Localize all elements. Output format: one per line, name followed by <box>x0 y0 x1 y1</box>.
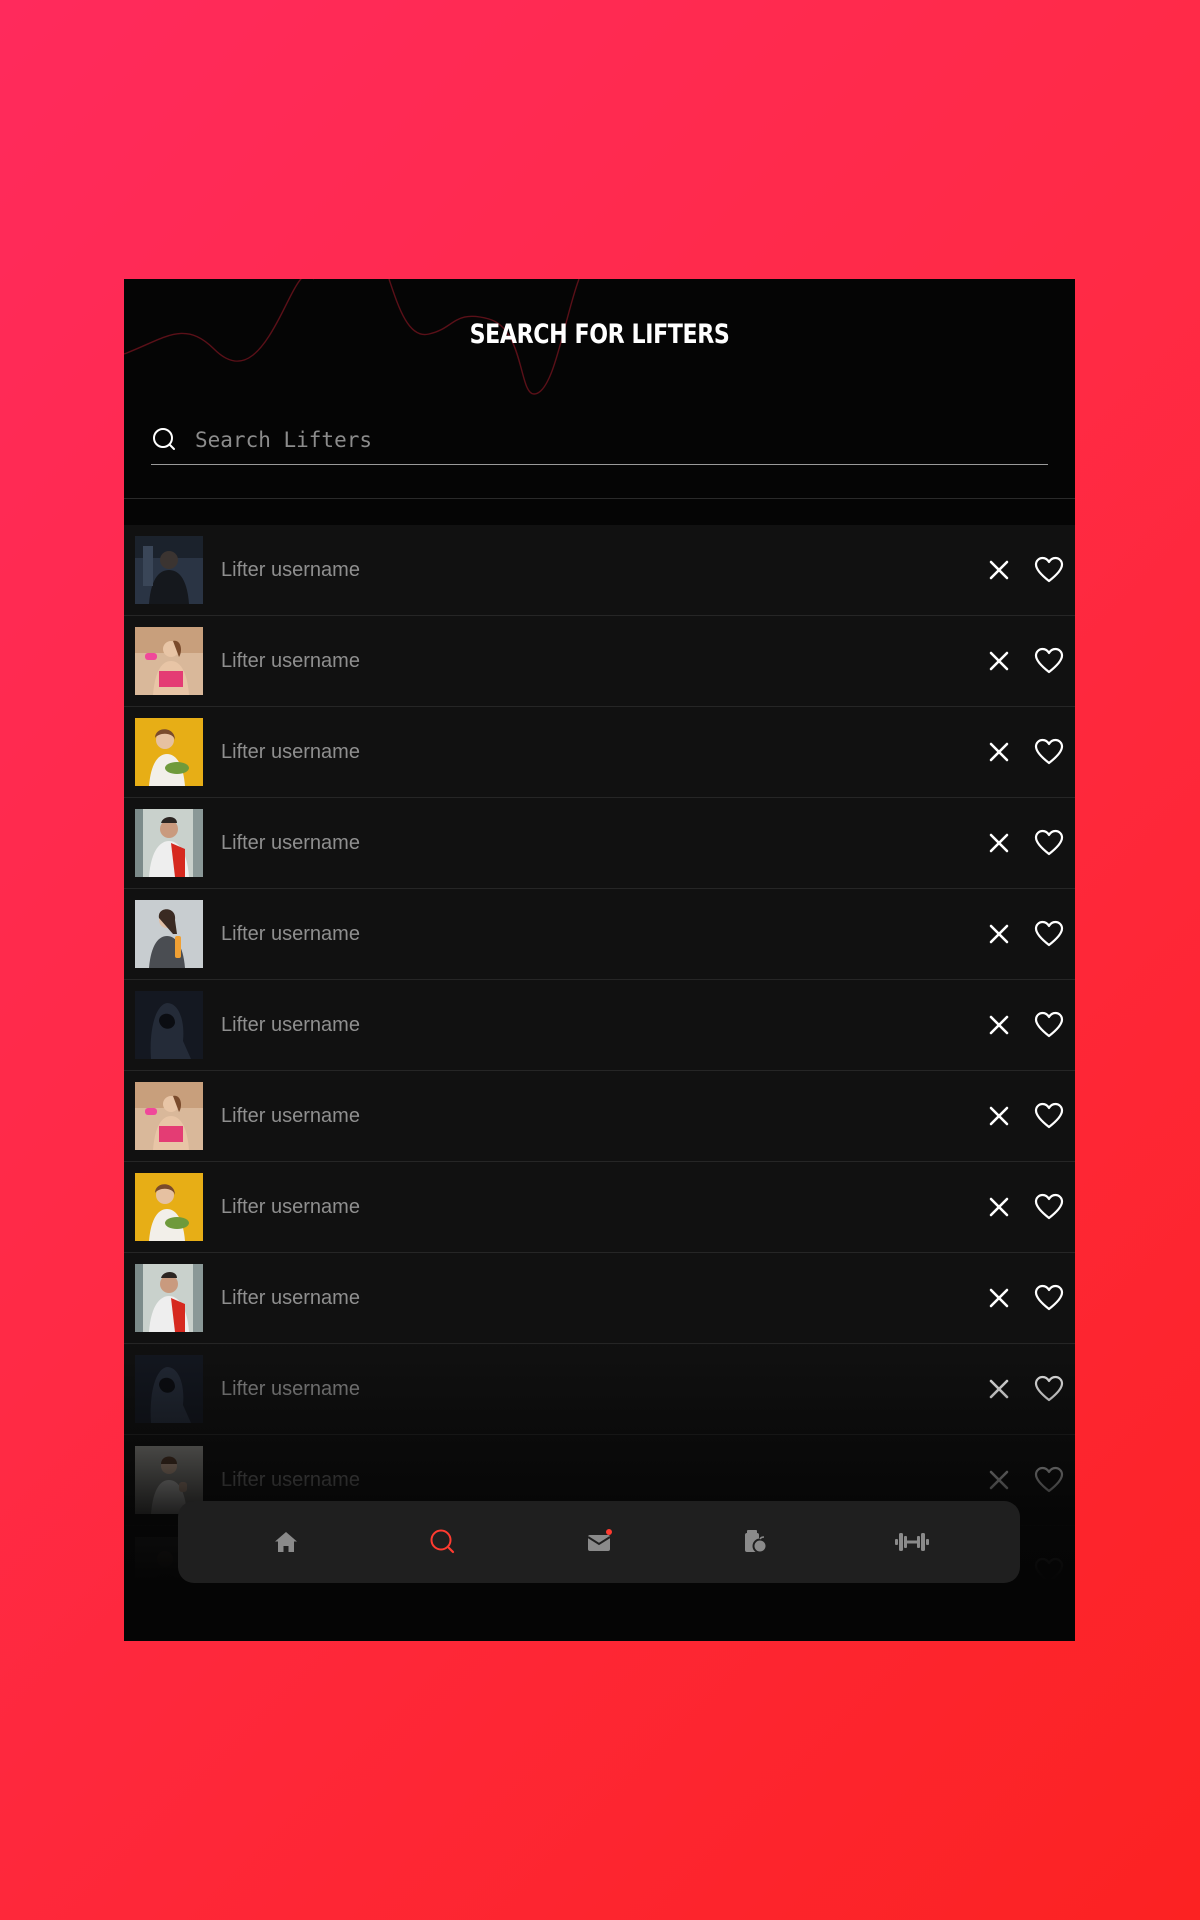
lifter-username: Lifter username <box>221 649 360 672</box>
lifter-username: Lifter username <box>221 1104 360 1127</box>
lifter-row[interactable]: Lifter username <box>124 525 1075 616</box>
bottom-nav-bar <box>178 1501 1020 1583</box>
lifter-row[interactable]: Lifter username <box>124 889 1075 980</box>
dismiss-button[interactable] <box>979 1096 1019 1136</box>
lifter-username: Lifter username <box>221 1286 360 1309</box>
like-button[interactable] <box>1029 823 1069 863</box>
like-button[interactable] <box>1029 1005 1069 1045</box>
search-icon <box>151 426 179 454</box>
home-icon <box>275 1532 298 1552</box>
lifter-row[interactable]: Lifter username <box>124 1253 1075 1344</box>
like-button[interactable] <box>1029 1278 1069 1318</box>
heart-icon <box>1034 1466 1064 1493</box>
dismiss-button[interactable] <box>979 550 1019 590</box>
dismiss-button[interactable] <box>979 1005 1019 1045</box>
lifter-row[interactable]: Lifter username <box>124 616 1075 707</box>
close-icon <box>989 1288 1009 1308</box>
lifter-username: Lifter username <box>221 558 360 581</box>
like-button[interactable] <box>1029 732 1069 772</box>
close-icon <box>989 1106 1009 1126</box>
dismiss-button[interactable] <box>979 1460 1019 1500</box>
dismiss-button[interactable] <box>979 1278 1019 1318</box>
heart-icon <box>1034 1375 1064 1402</box>
app-window: SEARCH FOR LIFTERS Lifter usernameLifter… <box>124 279 1075 1641</box>
heart-icon <box>1034 1193 1064 1220</box>
close-icon <box>989 651 1009 671</box>
close-icon <box>989 1470 1009 1490</box>
dumbbell-icon <box>894 1533 929 1551</box>
header: SEARCH FOR LIFTERS <box>124 279 1075 499</box>
lifter-row[interactable]: Lifter username <box>124 1162 1075 1253</box>
nutrition-icon <box>745 1530 768 1554</box>
page-title: SEARCH FOR LIFTERS <box>469 319 730 350</box>
like-button[interactable] <box>1029 914 1069 954</box>
search-icon <box>430 1529 454 1554</box>
lifter-avatar <box>135 900 203 968</box>
like-button[interactable] <box>1029 550 1069 590</box>
close-icon <box>989 924 1009 944</box>
close-icon <box>989 742 1009 762</box>
dismiss-button[interactable] <box>979 1187 1019 1227</box>
lifter-username: Lifter username <box>221 1013 360 1036</box>
heart-icon <box>1034 920 1064 947</box>
lifter-avatar <box>135 991 203 1059</box>
lifter-row[interactable]: Lifter username <box>124 1071 1075 1162</box>
close-icon <box>989 1015 1009 1035</box>
lifter-username: Lifter username <box>221 922 360 945</box>
like-button[interactable] <box>1029 1369 1069 1409</box>
lifter-avatar <box>135 1355 203 1423</box>
heart-icon <box>1034 1557 1064 1584</box>
lifter-avatar <box>135 809 203 877</box>
lifter-avatar <box>135 1082 203 1150</box>
lifter-avatar <box>135 627 203 695</box>
dismiss-button[interactable] <box>979 914 1019 954</box>
heart-icon <box>1034 1011 1064 1038</box>
lifter-avatar <box>135 536 203 604</box>
dismiss-button[interactable] <box>979 823 1019 863</box>
close-icon <box>989 833 1009 853</box>
close-icon <box>989 1379 1009 1399</box>
lifter-username: Lifter username <box>221 740 360 763</box>
heart-icon <box>1034 738 1064 765</box>
lifter-avatar <box>135 718 203 786</box>
lifter-row[interactable]: Lifter username <box>124 798 1075 889</box>
close-icon <box>989 1197 1009 1217</box>
lifter-row[interactable]: Lifter username <box>124 707 1075 798</box>
heart-icon <box>1034 556 1064 583</box>
lifter-row[interactable]: Lifter username <box>124 1344 1075 1435</box>
heart-icon <box>1034 647 1064 674</box>
nav-nutrition[interactable] <box>725 1512 785 1572</box>
like-button[interactable] <box>1029 1551 1069 1591</box>
like-button[interactable] <box>1029 641 1069 681</box>
like-button[interactable] <box>1029 1460 1069 1500</box>
search-bar[interactable] <box>151 416 1048 465</box>
lifter-username: Lifter username <box>221 1468 360 1491</box>
nav-messages[interactable] <box>569 1512 629 1572</box>
mail-icon <box>587 1529 612 1551</box>
nav-search[interactable] <box>413 1512 473 1572</box>
nav-workouts[interactable] <box>882 1512 942 1572</box>
lifter-avatar <box>135 1264 203 1332</box>
nav-home[interactable] <box>256 1512 316 1572</box>
heart-icon <box>1034 1284 1064 1311</box>
search-input[interactable] <box>195 428 1048 452</box>
dismiss-button[interactable] <box>979 1369 1019 1409</box>
notification-dot <box>605 1529 612 1535</box>
heart-icon <box>1034 1102 1064 1129</box>
lifter-row[interactable]: Lifter username <box>124 980 1075 1071</box>
dismiss-button[interactable] <box>979 641 1019 681</box>
lifter-list: Lifter username Lifter username Lifter use… <box>124 525 1075 1617</box>
lifter-username: Lifter username <box>221 1377 360 1400</box>
close-icon <box>989 560 1009 580</box>
dismiss-button[interactable] <box>979 732 1019 772</box>
lifter-avatar <box>135 1173 203 1241</box>
like-button[interactable] <box>1029 1096 1069 1136</box>
like-button[interactable] <box>1029 1187 1069 1227</box>
lifter-username: Lifter username <box>221 1195 360 1218</box>
heart-icon <box>1034 829 1064 856</box>
lifter-username: Lifter username <box>221 831 360 854</box>
